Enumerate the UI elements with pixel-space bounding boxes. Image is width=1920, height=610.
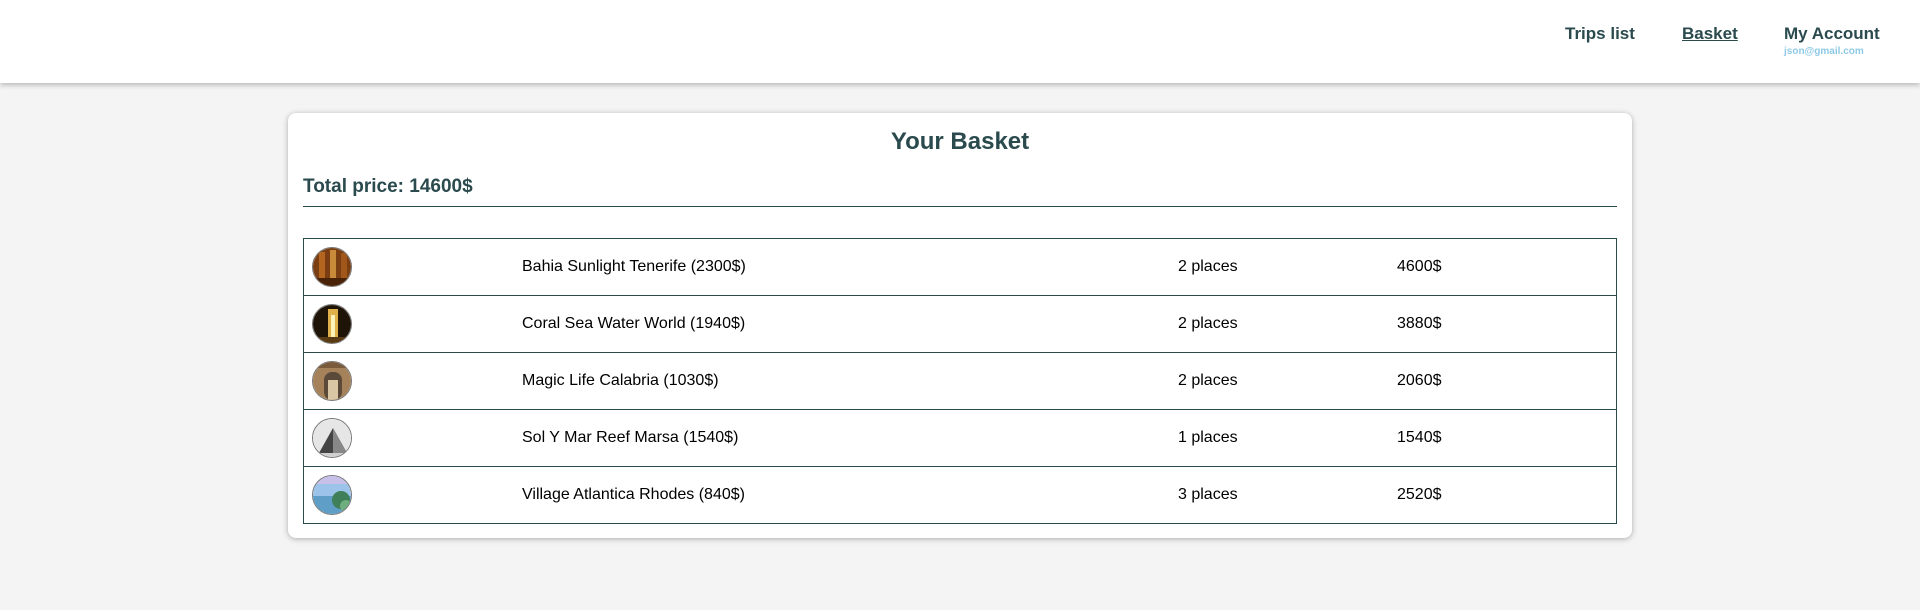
trip-places: 2 places — [1178, 315, 1238, 332]
table-row: Coral Sea Water World (1940$) 2 places 3… — [304, 296, 1616, 353]
total-price: Total price: 14600$ — [303, 176, 473, 197]
trip-name: Magic Life Calabria (1030$) — [522, 372, 719, 389]
page-title: Your Basket — [890, 128, 1030, 155]
top-navbar: Trips list Basket My Account json@gmail.… — [0, 0, 1920, 83]
trip-thumbnail — [312, 361, 352, 401]
trip-name: Coral Sea Water World (1940$) — [522, 315, 746, 332]
trip-thumbnail — [312, 418, 352, 458]
trip-name: Bahia Sunlight Tenerife (2300$) — [522, 258, 746, 275]
trip-price: 3880$ — [1397, 315, 1442, 332]
table-row: Village Atlantica Rhodes (840$) 3 places… — [304, 467, 1616, 523]
trip-name: Sol Y Mar Reef Marsa (1540$) — [522, 429, 739, 446]
trip-thumbnail — [312, 475, 352, 515]
nav-basket-link[interactable]: Basket — [1682, 24, 1738, 44]
trip-price: 2060$ — [1397, 372, 1442, 389]
trip-price: 2520$ — [1397, 486, 1442, 503]
divider — [303, 206, 1617, 207]
table-row: Magic Life Calabria (1030$) 2 places 206… — [304, 353, 1616, 410]
trip-thumbnail — [312, 247, 352, 287]
basket-table: Bahia Sunlight Tenerife (2300$) 2 places… — [303, 238, 1617, 524]
trip-places: 3 places — [1178, 486, 1238, 503]
trip-places: 1 places — [1178, 429, 1238, 446]
trip-price: 1540$ — [1397, 429, 1442, 446]
trip-price: 4600$ — [1397, 258, 1442, 275]
table-row: Sol Y Mar Reef Marsa (1540$) 1 places 15… — [304, 410, 1616, 467]
nav-trips-list-link[interactable]: Trips list — [1565, 24, 1635, 44]
table-row: Bahia Sunlight Tenerife (2300$) 2 places… — [304, 239, 1616, 296]
trip-thumbnail — [312, 304, 352, 344]
trip-places: 2 places — [1178, 258, 1238, 275]
account-email: json@gmail.com — [1784, 46, 1864, 57]
trip-places: 2 places — [1178, 372, 1238, 389]
basket-card: Your Basket Total price: 14600$ Bahia Su… — [288, 113, 1632, 538]
nav-my-account-link[interactable]: My Account — [1784, 24, 1880, 44]
trip-name: Village Atlantica Rhodes (840$) — [522, 486, 745, 503]
